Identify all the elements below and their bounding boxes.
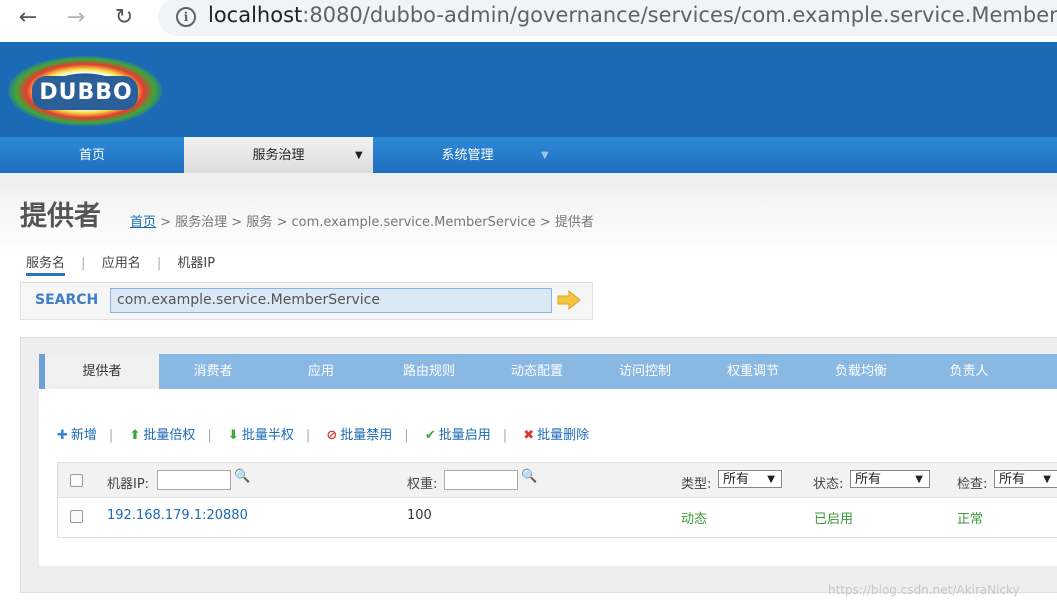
status-select-value: 所有 [855, 472, 882, 487]
breadcrumb-home-link[interactable]: 首页 [130, 215, 156, 230]
weight-filter-input[interactable] [444, 470, 518, 490]
breadcrumb-trail: > 服务治理 > 服务 > com.example.service.Member… [156, 215, 594, 230]
providers-table: 机器IP: 🔍 权重: 🔍 类型: 所有 ▼ 状态: 所有 ▼ 检查: 所有 ▼ 19… [57, 462, 1057, 538]
header-check: 检查: [957, 477, 988, 492]
separator: | [207, 428, 212, 443]
dubbo-logo[interactable]: DUBBO [2, 50, 168, 132]
check-select-value: 所有 [999, 472, 1026, 487]
search-type-tabs: 服务名 | 应用名 | 机器IP [26, 252, 215, 276]
double-weight-button[interactable]: ⬆ 批量倍权 [129, 424, 195, 443]
enable-label: 批量启用 [438, 428, 491, 443]
nav-item-system-label: 系统管理 [441, 148, 494, 163]
search-label: SEARCH [35, 292, 99, 308]
plus-icon: ✚ [57, 428, 68, 443]
tab-bar: 提供者 消费者 应用 路由规则 动态配置 访问控制 权重调节 负载均衡 负责人 [39, 354, 1057, 389]
separator: | [502, 428, 508, 443]
arrow-up-icon: ⬆ [129, 428, 141, 443]
logo-text: DUBBO [39, 80, 133, 105]
tab-applications[interactable]: 应用 [267, 354, 375, 389]
chevron-down-icon: ▼ [1043, 474, 1051, 485]
action-toolbar: ✚ 新增 | ⬆ 批量倍权 | ⬇ 批量半权 | ⊘ 批量禁用 | ✔ 批量启用 | ✖ 批量删除 [57, 424, 595, 443]
search-icon[interactable]: 🔍 [521, 469, 537, 484]
tab-consumers[interactable]: 消费者 [159, 354, 267, 389]
ban-icon: ⊘ [326, 428, 338, 443]
ip-filter-input[interactable] [157, 470, 231, 490]
main-nav: 首页 服务治理 ▼ 系统管理 ▼ [0, 137, 1057, 173]
row-checkbox[interactable] [70, 510, 83, 523]
chevron-down-icon: ▼ [915, 474, 923, 485]
chevron-down-icon: ▼ [355, 150, 363, 161]
tab-providers[interactable]: 提供者 [39, 354, 159, 389]
half-weight-label: 批量半权 [241, 428, 294, 443]
provider-status: 已启用 [814, 512, 854, 527]
separator: | [81, 256, 86, 271]
check-select[interactable]: 所有 ▼ [994, 470, 1057, 488]
provider-type: 动态 [681, 512, 708, 527]
close-icon: ✖ [523, 428, 535, 443]
search-bar: SEARCH com.example.service.MemberService [20, 282, 593, 320]
watermark: https://blog.csdn.net/AkiraNicky [828, 583, 1020, 597]
tab-access-control[interactable]: 访问控制 [591, 354, 699, 389]
tab-weights[interactable]: 权重调节 [699, 354, 807, 389]
enable-button[interactable]: ✔ 批量启用 [425, 424, 491, 443]
separator: | [108, 428, 114, 443]
header-weight: 权重: [407, 477, 438, 492]
reload-icon[interactable]: ↻ [110, 4, 138, 32]
url-host: localhost [208, 3, 303, 27]
nav-item-governance[interactable]: 服务治理 ▼ [184, 137, 373, 173]
tab-owners[interactable]: 负责人 [915, 354, 1023, 389]
header-type: 类型: [681, 477, 712, 492]
panel-content: 提供者 消费者 应用 路由规则 动态配置 访问控制 权重调节 负载均衡 负责人 … [39, 354, 1057, 566]
tab-load-balance[interactable]: 负载均衡 [807, 354, 915, 389]
provider-address-link[interactable]: 192.168.179.1:20880 [107, 508, 248, 523]
search-tab-application[interactable]: 应用名 [102, 252, 141, 273]
search-tab-service[interactable]: 服务名 [26, 252, 66, 276]
check-icon: ✔ [424, 428, 436, 443]
search-tab-ip[interactable]: 机器IP [177, 252, 215, 273]
browser-toolbar: ← → ↻ i localhost:8080/dubbo-admin/gover… [0, 0, 1057, 38]
tab-dynamic-config[interactable]: 动态配置 [483, 354, 591, 389]
nav-item-system[interactable]: 系统管理 ▼ [373, 137, 562, 173]
delete-label: 批量删除 [537, 428, 590, 443]
url-text[interactable]: localhost:8080/dubbo-admin/governance/se… [208, 3, 1057, 27]
providers-panel: 提供者 消费者 应用 路由规则 动态配置 访问控制 权重调节 负载均衡 负责人 … [20, 337, 1057, 593]
header-status: 状态: [813, 477, 844, 492]
page-title: 提供者 [20, 201, 101, 232]
disable-button[interactable]: ⊘ 批量禁用 [326, 424, 392, 443]
arrow-down-icon: ⬇ [227, 428, 239, 443]
disable-label: 批量禁用 [340, 428, 393, 443]
table-header: 机器IP: 🔍 权重: 🔍 类型: 所有 ▼ 状态: 所有 ▼ 检查: 所有 ▼ [58, 463, 1057, 498]
tab-routes[interactable]: 路由规则 [375, 354, 483, 389]
breadcrumb: 首页 > 服务治理 > 服务 > com.example.service.Mem… [130, 211, 594, 230]
separator: | [156, 256, 162, 271]
half-weight-button[interactable]: ⬇ 批量半权 [228, 424, 294, 443]
status-select[interactable]: 所有 ▼ [850, 470, 930, 488]
type-select[interactable]: 所有 ▼ [718, 470, 782, 488]
separator: | [305, 428, 311, 443]
arrow-right-icon[interactable] [557, 290, 581, 310]
site-info-icon[interactable]: i [176, 7, 196, 27]
chevron-down-icon: ▼ [767, 474, 775, 485]
chevron-down-icon: ▼ [541, 150, 549, 161]
search-input[interactable]: com.example.service.MemberService [110, 288, 552, 313]
nav-item-home[interactable]: 首页 [0, 137, 184, 173]
forward-icon[interactable]: → [62, 4, 90, 32]
nav-item-governance-label: 服务治理 [252, 148, 305, 163]
type-select-value: 所有 [723, 472, 750, 487]
add-button[interactable]: ✚ 新增 [57, 424, 97, 443]
separator: | [404, 428, 409, 443]
header-ip: 机器IP: [107, 477, 150, 492]
app-header: DUBBO [0, 42, 1057, 137]
provider-check: 正常 [957, 512, 984, 527]
select-all-checkbox[interactable] [70, 474, 83, 487]
url-path: :8080/dubbo-admin/governance/services/co… [302, 3, 1057, 27]
search-icon[interactable]: 🔍 [234, 469, 250, 484]
double-weight-label: 批量倍权 [143, 428, 196, 443]
back-icon[interactable]: ← [14, 4, 42, 32]
provider-weight: 100 [407, 508, 432, 523]
add-button-label: 新增 [70, 428, 97, 443]
delete-button[interactable]: ✖ 批量删除 [523, 424, 589, 443]
